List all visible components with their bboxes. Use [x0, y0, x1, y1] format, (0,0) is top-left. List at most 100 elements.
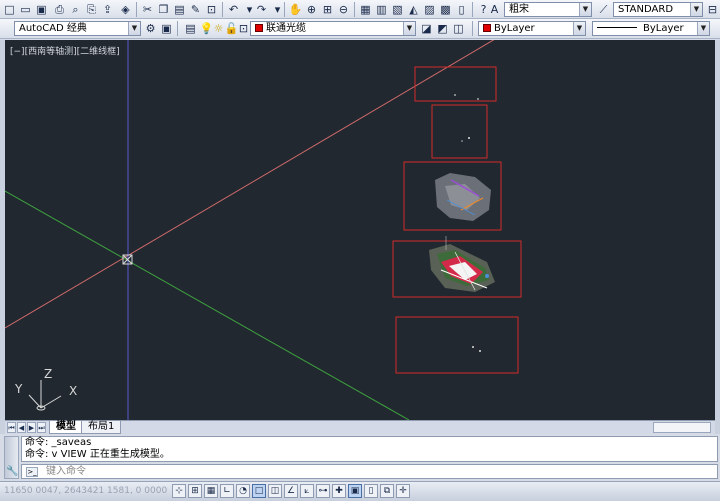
block-editor-icon[interactable]: ⊡	[204, 2, 219, 17]
last-tab-icon[interactable]: ⏭	[37, 422, 46, 433]
ucs-icon	[28, 380, 62, 411]
zoom-previous-icon[interactable]: ⊖	[336, 2, 351, 17]
new-file-icon[interactable]: □	[2, 2, 17, 17]
map-drawing-lower	[429, 236, 495, 292]
infer-constraints-icon[interactable]: ⊹	[172, 484, 186, 498]
plot-icon[interactable]: ⎘	[84, 2, 99, 17]
command-history-line: 命令: v VIEW 正在重生成模型。	[25, 449, 170, 460]
layer-combo-value: 联通光缆	[266, 23, 306, 34]
snap-mode-icon[interactable]: ⊞	[188, 484, 202, 498]
object-snap-tracking-icon[interactable]: ∠	[284, 484, 298, 498]
quick-properties-icon[interactable]: ▯	[364, 484, 378, 498]
layer-states-icon[interactable]: ◫	[451, 21, 466, 36]
workspace-combo-value: AutoCAD 经典	[19, 23, 87, 34]
paste-icon[interactable]: ▤	[172, 2, 187, 17]
color-combo[interactable]: ByLayer ▼	[478, 21, 586, 36]
ucs-z-label: Z	[44, 367, 52, 381]
prev-tab-icon[interactable]: ◀	[17, 422, 26, 433]
color-swatch	[483, 24, 491, 32]
next-tab-icon[interactable]: ▶	[27, 422, 36, 433]
chevron-down-icon: ▼	[579, 3, 591, 16]
properties-icon[interactable]: ▦	[358, 2, 373, 17]
table-style-icon[interactable]: ⊟	[705, 2, 720, 17]
design-center-icon[interactable]: ▥	[374, 2, 389, 17]
tab-model[interactable]: 模型	[49, 421, 83, 434]
text-style-icon[interactable]: A	[487, 2, 502, 17]
transparency-icon[interactable]: ▣	[348, 484, 362, 498]
copy-icon[interactable]: ❐	[156, 2, 171, 17]
text-style-combo[interactable]: STANDARD ▼	[613, 2, 703, 17]
ortho-mode-icon[interactable]: ∟	[220, 484, 234, 498]
lineweight-icon[interactable]: ✚	[332, 484, 346, 498]
horizontal-scrollbar[interactable]	[653, 422, 711, 433]
viewport-controls-label[interactable]: [−][西南等轴测][二维线框]	[10, 44, 120, 57]
chevron-down-icon: ▼	[573, 22, 585, 35]
print-preview-icon[interactable]: ⌕	[68, 2, 83, 17]
linetype-combo[interactable]: ByLayer ▼	[592, 21, 710, 36]
layer-previous-icon[interactable]: ◩	[435, 21, 450, 36]
cut-icon[interactable]: ✂	[140, 2, 155, 17]
chevron-down-icon: ▼	[690, 3, 702, 16]
wrench-icon[interactable]: 🔧	[6, 466, 18, 477]
object-snap-icon[interactable]: □	[252, 484, 266, 498]
model-space: Z Y X	[5, 40, 522, 420]
print-icon[interactable]: ⎙	[52, 2, 67, 17]
layer-color-swatch	[255, 24, 263, 32]
undo-icon[interactable]: ↶	[226, 2, 241, 17]
redo-icon[interactable]: ↷	[254, 2, 269, 17]
workspace-combo[interactable]: AutoCAD 经典 ▼	[14, 21, 141, 36]
quickcalc-icon[interactable]: ▩	[438, 2, 453, 17]
save-icon[interactable]: ▣	[34, 2, 49, 17]
command-history: 命令: _saveas 命令: v VIEW 正在重生成模型。	[21, 436, 718, 462]
layer-viewport-icon[interactable]: ⊡	[236, 21, 251, 36]
redo-dropdown-icon[interactable]: ▾	[270, 2, 285, 17]
zoom-realtime-icon[interactable]: ⊕	[304, 2, 319, 17]
pan-icon[interactable]: ✋	[288, 2, 303, 17]
y-axis-line	[5, 190, 410, 420]
font-combo[interactable]: 粗宋 ▼	[504, 2, 592, 17]
standard-toolbar: □ ▭ ▣ ⎙ ⌕ ⎘ ⇪ ◈ ✂ ❐ ▤ ✎ ⊡ ↶ ▾ ↷ ▾ ✋ ⊕ ⊞ …	[0, 0, 720, 19]
chevron-down-icon: ▼	[403, 22, 415, 35]
chevron-down-icon: ▼	[697, 22, 709, 35]
first-tab-icon[interactable]: ⏮	[7, 422, 16, 433]
color-combo-value: ByLayer	[494, 23, 535, 34]
linetype-combo-value: ByLayer	[643, 23, 684, 34]
workspace-save-icon[interactable]: ▣	[159, 21, 174, 36]
3d-dwf-icon[interactable]: ◈	[118, 2, 133, 17]
calculator-icon[interactable]: ▯	[454, 2, 469, 17]
drawing-canvas[interactable]: Z Y X [−][西南等轴测][二维线框]	[5, 40, 715, 420]
3d-object-snap-icon[interactable]: ◫	[268, 484, 282, 498]
zoom-window-icon[interactable]: ⊞	[320, 2, 335, 17]
command-window: 命令: _saveas 命令: v VIEW 正在重生成模型。 键入命令 🔧 >…	[0, 434, 720, 481]
match-properties-icon[interactable]: ✎	[188, 2, 203, 17]
linetype-sample	[597, 27, 637, 28]
sheet-set-icon[interactable]: ◭	[406, 2, 421, 17]
coordinate-readout[interactable]: 11650 0047, 2643421 1581, 0 0000	[4, 486, 167, 496]
annotation-monitor-icon[interactable]: ✛	[396, 484, 410, 498]
open-folder-icon[interactable]: ▭	[18, 2, 33, 17]
make-current-layer-icon[interactable]: ◪	[419, 21, 434, 36]
drawing-frame-5[interactable]	[395, 316, 519, 374]
layer-combo[interactable]: 联通光缆 ▼	[250, 21, 416, 36]
layer-properties-icon[interactable]: ▤	[183, 21, 198, 36]
command-history-line: 命令: _saveas	[25, 437, 92, 448]
x-axis-line	[5, 40, 495, 329]
markup-icon[interactable]: ▨	[422, 2, 437, 17]
layout-tab-bar: ⏮ ◀ ▶ ⏭ 模型 布局1	[5, 420, 715, 434]
drawing-frame-1[interactable]	[414, 66, 497, 102]
tool-palettes-icon[interactable]: ▧	[390, 2, 405, 17]
command-input[interactable]: 键入命令	[21, 464, 718, 479]
workspace-settings-icon[interactable]: ⚙	[143, 21, 158, 36]
polar-tracking-icon[interactable]: ◔	[236, 484, 250, 498]
right-dock	[715, 40, 720, 435]
dynamic-ucs-icon[interactable]: ⟀	[300, 484, 314, 498]
tab-layout1[interactable]: 布局1	[81, 421, 122, 434]
grid-display-icon[interactable]: ▦	[204, 484, 218, 498]
dimension-style-icon[interactable]: ⟋	[596, 2, 611, 17]
publish-icon[interactable]: ⇪	[100, 2, 115, 17]
drawing-frame-2[interactable]	[431, 104, 488, 159]
layers-toolbar: AutoCAD 经典 ▼ ⚙ ▣ ▤ 💡 ☼ 🔓 ⊡ 联通光缆 ▼ ◪ ◩ ◫ By…	[0, 19, 720, 39]
dynamic-input-icon[interactable]: ⊶	[316, 484, 330, 498]
selection-cycling-icon[interactable]: ⧉	[380, 484, 394, 498]
recent-commands-icon[interactable]: >_	[26, 467, 38, 477]
